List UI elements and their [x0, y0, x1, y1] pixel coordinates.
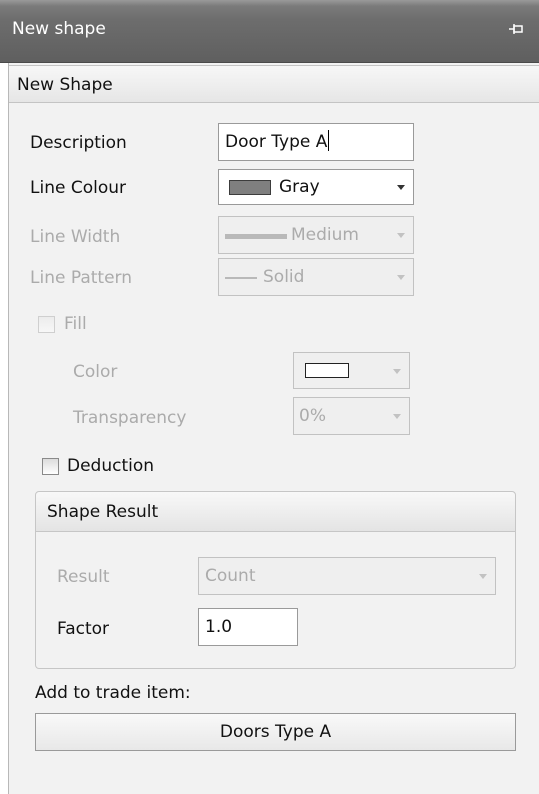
line-width-value: Medium — [291, 225, 359, 245]
gray-swatch-icon — [229, 180, 271, 195]
shape-result-group: Shape Result Result Count Factor 1.0 — [35, 491, 516, 669]
shape-result-header: Shape Result — [36, 492, 515, 532]
window-titlebar: New shape — [0, 0, 539, 63]
chevron-down-icon — [479, 574, 487, 579]
description-input[interactable]: Door Type A — [218, 123, 414, 161]
text-caret — [328, 130, 330, 151]
chevron-down-icon — [397, 275, 405, 280]
window-title: New shape — [12, 19, 106, 39]
deduction-label: Deduction — [67, 456, 155, 476]
color-swatch-icon — [305, 363, 349, 378]
fill-checkbox[interactable] — [38, 316, 55, 333]
transparency-select[interactable]: 0% — [293, 397, 410, 435]
line-pattern-value: Solid — [263, 267, 305, 287]
thick-line-icon — [225, 234, 287, 239]
solid-line-icon — [225, 277, 257, 279]
shape-result-title: Shape Result — [47, 502, 159, 522]
line-colour-value: Gray — [279, 177, 320, 197]
result-value: Count — [205, 566, 256, 586]
color-label: Color — [73, 362, 118, 382]
chevron-down-icon — [393, 414, 401, 419]
line-colour-select[interactable]: Gray — [218, 169, 414, 205]
panel-header: New Shape — [9, 65, 539, 103]
line-pattern-label: Line Pattern — [30, 268, 132, 288]
trade-item-button[interactable]: Doors Type A — [35, 713, 516, 751]
fill-color-select[interactable] — [293, 352, 410, 389]
description-label: Description — [30, 133, 127, 153]
line-width-select[interactable]: Medium — [218, 216, 414, 254]
result-select[interactable]: Count — [198, 557, 496, 595]
result-label: Result — [57, 567, 110, 587]
panel-header-title: New Shape — [17, 75, 113, 95]
pin-icon[interactable] — [507, 22, 525, 38]
line-colour-label: Line Colour — [30, 178, 126, 198]
description-value: Door Type A — [225, 132, 328, 152]
chevron-down-icon — [397, 185, 405, 190]
trade-item-label: Add to trade item: — [35, 683, 191, 703]
new-shape-panel: New Shape Description Door Type A Line C… — [8, 63, 539, 794]
chevron-down-icon — [397, 233, 405, 238]
transparency-label: Transparency — [73, 408, 187, 428]
transparency-value: 0% — [299, 406, 326, 426]
factor-label: Factor — [57, 619, 110, 639]
deduction-checkbox[interactable] — [42, 458, 59, 475]
factor-value: 1.0 — [205, 617, 233, 637]
chevron-down-icon — [393, 368, 401, 374]
fill-label: Fill — [64, 314, 87, 334]
line-width-label: Line Width — [30, 227, 121, 247]
factor-input[interactable]: 1.0 — [198, 608, 298, 646]
line-pattern-select[interactable]: Solid — [218, 258, 414, 296]
